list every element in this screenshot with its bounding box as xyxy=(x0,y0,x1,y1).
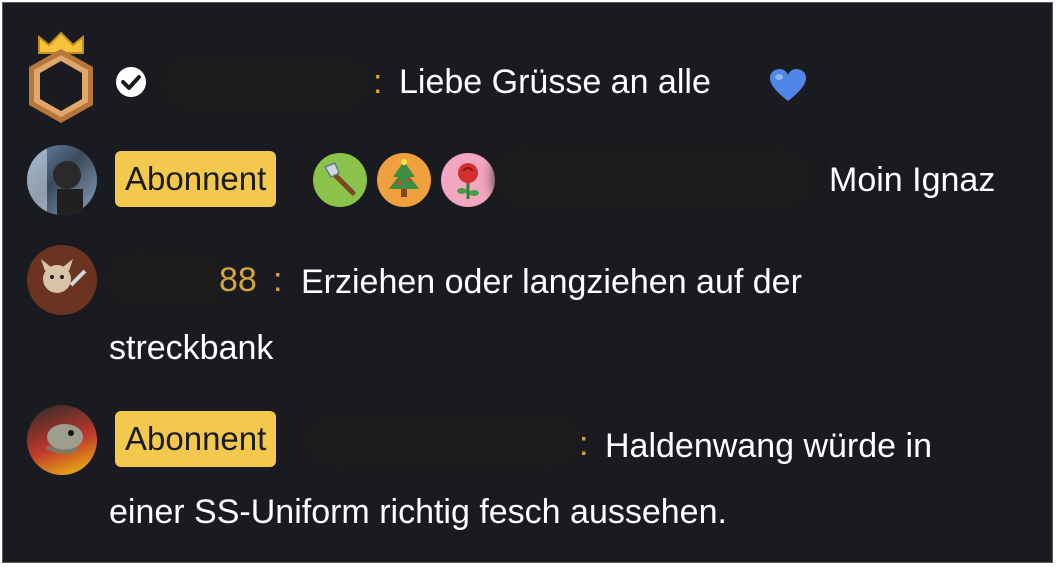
username-redacted xyxy=(171,65,361,101)
username-redacted xyxy=(503,157,803,197)
chat-message: Abonnent Moin Ignaz xyxy=(3,133,1052,233)
subscriber-badge: Abonnent xyxy=(115,151,277,207)
blue-heart-emoji xyxy=(769,69,807,103)
subscriber-badge: Abonnent xyxy=(115,411,277,467)
message-text: Erziehen oder langziehen auf der xyxy=(301,263,802,301)
user-avatar[interactable] xyxy=(27,245,97,315)
verified-check-icon xyxy=(114,65,148,99)
message-text-continued: streckbank xyxy=(109,329,274,367)
user-avatar[interactable] xyxy=(27,145,97,215)
user-avatar[interactable] xyxy=(27,405,97,475)
username-separator: : xyxy=(273,261,283,299)
username-separator: : xyxy=(373,63,383,101)
username-suffix: 88 xyxy=(219,261,257,299)
chat-message: : Liebe Grüsse an alle xyxy=(3,3,1052,133)
axe-badge-icon[interactable] xyxy=(313,153,367,207)
rose-badge-icon[interactable] xyxy=(441,153,495,207)
username-redacted xyxy=(315,423,569,459)
message-text: Liebe Grüsse an alle xyxy=(399,63,711,101)
username-redacted xyxy=(115,261,215,297)
username-separator: : xyxy=(579,425,589,463)
message-text-continued: einer SS-Uniform richtig fesch aussehen. xyxy=(109,493,727,531)
crown-avatar-frame-icon[interactable] xyxy=(23,31,99,127)
chat-message: 88 : Erziehen oder langziehen auf der st… xyxy=(3,233,1052,393)
message-text: Haldenwang würde in xyxy=(605,427,932,465)
christmas-tree-badge-icon[interactable] xyxy=(377,153,431,207)
message-text: Moin Ignaz xyxy=(829,161,996,199)
chat-message: Abonnent : Haldenwang würde in einer SS-… xyxy=(3,393,1052,562)
chat-panel: : Liebe Grüsse an alle Abonnent Moin Ign… xyxy=(2,2,1053,563)
